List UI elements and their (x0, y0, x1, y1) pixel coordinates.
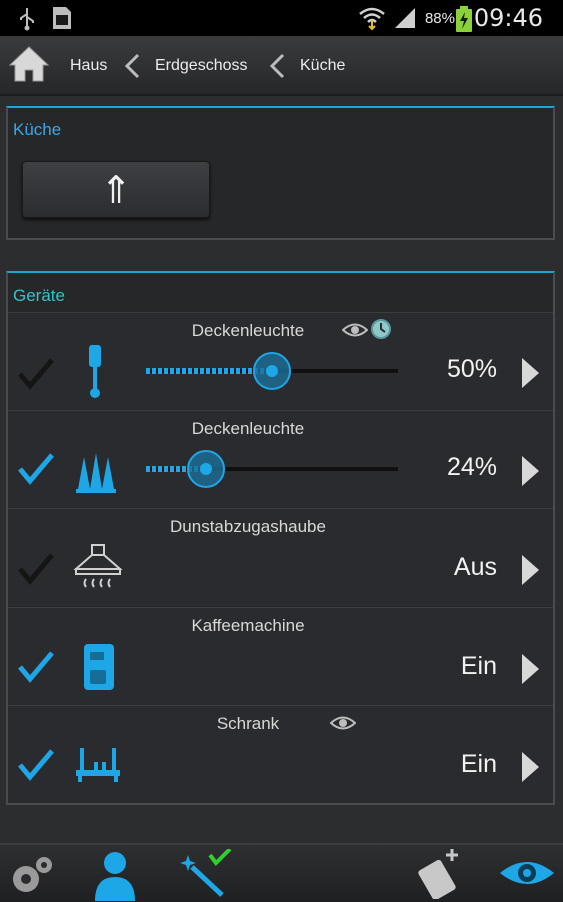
breadcrumb-item-kueche[interactable]: Küche (300, 57, 345, 75)
chevron-right-icon[interactable] (519, 356, 541, 390)
cabinet-icon (76, 748, 120, 782)
device-row[interactable]: Kaffeemachine Ein (8, 607, 553, 705)
eye-icon (342, 323, 368, 337)
device-value: Ein (460, 750, 497, 778)
breadcrumb-item-erdgeschoss[interactable]: Erdgeschoss (155, 57, 248, 75)
devices-panel-title: Geräte (13, 286, 65, 305)
home-icon[interactable] (8, 44, 50, 84)
device-value: Ein (460, 652, 497, 680)
device-value: 50% (446, 355, 497, 383)
eye-icon (330, 716, 356, 730)
breadcrumb-item-haus[interactable]: Haus (70, 57, 107, 75)
chevron-right-icon[interactable] (519, 750, 541, 784)
user-icon[interactable] (92, 849, 138, 901)
device-value: Aus (453, 553, 497, 581)
brightness-slider[interactable] (146, 449, 408, 489)
chevron-left-icon (269, 53, 285, 79)
clock: 09:46 (473, 4, 543, 32)
cooker-hood-icon (73, 544, 123, 588)
chevron-right-icon[interactable] (519, 454, 541, 488)
check-icon[interactable] (16, 747, 56, 783)
device-name: Schrank (216, 714, 280, 733)
device-name: Deckenleuchte (191, 419, 305, 438)
device-name: Deckenleuchte (191, 321, 305, 340)
ceiling-lamp-icon (89, 345, 101, 398)
settings-icon[interactable] (6, 851, 58, 897)
check-icon[interactable] (16, 356, 56, 392)
chevron-left-icon (124, 53, 140, 79)
check-icon[interactable] (16, 649, 56, 685)
coffee-machine-icon (84, 644, 114, 690)
device-row[interactable]: Dunstabzugashaube Aus (8, 508, 553, 606)
sd-card-icon (53, 7, 71, 29)
battery-percent: 88% (424, 10, 455, 27)
device-row[interactable]: Deckenleuchte 24% (8, 410, 553, 508)
room-panel-title: Küche (13, 120, 62, 139)
magic-wand-icon[interactable] (178, 849, 232, 899)
double-arrow-up-icon: ⇑ (100, 168, 132, 212)
navigate-up-button[interactable]: ⇑ (22, 161, 210, 218)
wifi-icon (359, 7, 385, 31)
phone-add-icon[interactable] (412, 849, 462, 899)
device-value: 24% (446, 453, 497, 481)
timer-icon (371, 319, 391, 339)
signal-icon (395, 8, 415, 28)
bottom-toolbar (0, 843, 563, 902)
device-name: Dunstabzugashaube (170, 517, 326, 536)
device-row[interactable]: Schrank Ein (8, 705, 553, 803)
usb-icon (20, 8, 34, 31)
eye-icon[interactable] (498, 857, 556, 889)
check-icon[interactable] (16, 451, 56, 487)
check-icon[interactable] (16, 551, 56, 587)
breadcrumb: Haus Erdgeschoss Küche (0, 36, 563, 96)
device-row[interactable]: Deckenleuchte 50% (8, 312, 553, 410)
battery-charging-icon (456, 6, 472, 32)
chevron-right-icon[interactable] (519, 652, 541, 686)
brightness-slider[interactable] (146, 351, 408, 391)
chevron-right-icon[interactable] (519, 553, 541, 587)
multi-lamp-icon (76, 453, 116, 493)
device-name: Kaffeemachine (191, 616, 305, 635)
status-bar: 88% 09:46 (0, 0, 563, 36)
